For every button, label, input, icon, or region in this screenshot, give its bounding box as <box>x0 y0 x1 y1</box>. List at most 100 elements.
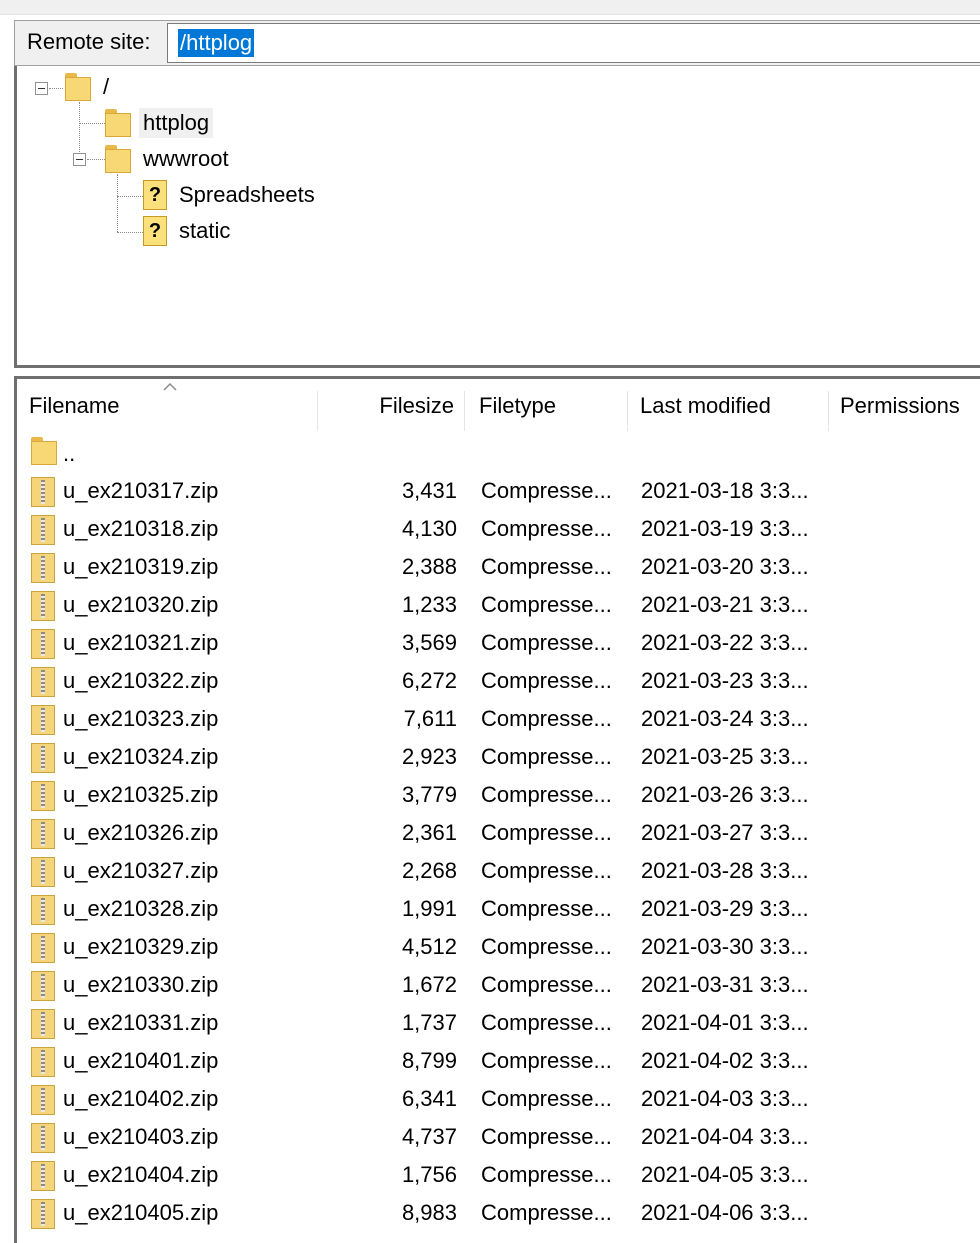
zip-file-icon <box>31 591 55 621</box>
file-size: 3,779 <box>401 782 457 807</box>
table-row[interactable]: u_ex210403.zip 4,737 Compresse... 2021-04-0… <box>17 1118 980 1156</box>
table-row[interactable]: u_ex210325.zip 3,779 Compresse... 2021-03-2… <box>17 776 980 814</box>
remote-site-bar: Remote site: /httplog <box>14 20 980 66</box>
remote-path-input[interactable]: /httplog <box>167 23 980 63</box>
file-last-modified: 2021-04-04 3:3... <box>641 1124 809 1149</box>
table-row[interactable]: u_ex210402.zip 6,341 Compresse... 2021-04-0… <box>17 1080 980 1118</box>
column-header-last-modified[interactable]: Last modified <box>640 391 829 431</box>
file-name: u_ex210329.zip <box>63 934 219 959</box>
file-name: u_ex210405.zip <box>63 1200 219 1225</box>
column-header-filesize[interactable]: Filesize <box>317 391 465 431</box>
table-row[interactable]: u_ex210404.zip 1,756 Compresse... 2021-04-0… <box>17 1156 980 1194</box>
file-size: 2,361 <box>401 820 457 845</box>
file-last-modified: 2021-03-24 3:3... <box>641 706 809 731</box>
file-last-modified: 2021-03-29 3:3... <box>641 896 809 921</box>
collapse-root-toggle[interactable] <box>35 82 48 95</box>
tree-node-spreadsheets[interactable]: ? Spreadsheets <box>143 178 319 212</box>
top-toolbar-strip <box>0 0 980 15</box>
file-name: u_ex210403.zip <box>63 1124 219 1149</box>
file-type: Compresse... <box>481 782 612 807</box>
file-size: 3,569 <box>401 630 457 655</box>
table-row[interactable]: u_ex210324.zip 2,923 Compresse... 2021-03-2… <box>17 738 980 776</box>
zip-file-icon <box>31 1161 55 1191</box>
file-size: 4,130 <box>401 516 457 541</box>
table-row[interactable]: u_ex210401.zip 8,799 Compresse... 2021-04-0… <box>17 1042 980 1080</box>
file-name: u_ex210321.zip <box>63 630 219 655</box>
file-type: Compresse... <box>481 1010 612 1035</box>
file-size: 8,983 <box>401 1200 457 1225</box>
collapse-wwwroot-toggle[interactable] <box>73 153 86 166</box>
file-name: u_ex210324.zip <box>63 744 219 769</box>
file-name: u_ex210320.zip <box>63 592 219 617</box>
file-size: 6,272 <box>401 668 457 693</box>
zip-file-icon <box>31 477 55 507</box>
column-header-filetype[interactable]: Filetype <box>479 391 628 431</box>
tree-node-label: static <box>179 218 231 243</box>
file-last-modified: 2021-04-03 3:3... <box>641 1086 809 1111</box>
zip-file-icon <box>31 895 55 925</box>
file-size: 8,799 <box>401 1048 457 1073</box>
table-row[interactable]: u_ex210323.zip 7,611 Compresse... 2021-03-2… <box>17 700 980 738</box>
file-size: 4,737 <box>401 1124 457 1149</box>
table-row[interactable]: u_ex210322.zip 6,272 Compresse... 2021-03-2… <box>17 662 980 700</box>
tree-node-label: httplog <box>139 108 214 138</box>
file-list-header: Filename Filesize Filetype Last modified… <box>17 379 980 433</box>
file-last-modified: 2021-03-21 3:3... <box>641 592 809 617</box>
table-row[interactable]: u_ex210319.zip 2,388 Compresse... 2021-03-2… <box>17 548 980 586</box>
table-row[interactable]: u_ex210318.zip 4,130 Compresse... 2021-03-1… <box>17 510 980 548</box>
file-type: Compresse... <box>481 592 612 617</box>
tree-node-wwwroot[interactable]: wwwroot <box>105 142 233 176</box>
zip-file-icon <box>31 1123 55 1153</box>
file-type: Compresse... <box>481 478 612 503</box>
file-type: Compresse... <box>481 858 612 883</box>
parent-directory-row[interactable]: .. <box>17 433 980 471</box>
tree-connector <box>117 174 118 232</box>
sort-ascending-icon <box>163 382 177 391</box>
table-row[interactable]: u_ex210320.zip 1,233 Compresse... 2021-03-2… <box>17 586 980 624</box>
file-type: Compresse... <box>481 1124 612 1149</box>
remote-path-value: /httplog <box>178 29 255 57</box>
file-last-modified: 2021-03-18 3:3... <box>641 478 809 503</box>
unknown-folder-icon: ? <box>143 216 167 246</box>
table-row[interactable]: u_ex210331.zip 1,737 Compresse... 2021-04-0… <box>17 1004 980 1042</box>
tree-node-label: / <box>103 74 110 99</box>
tree-node-httplog[interactable]: httplog <box>105 106 214 140</box>
file-last-modified: 2021-03-19 3:3... <box>641 516 809 541</box>
file-name: u_ex210323.zip <box>63 706 219 731</box>
file-type: Compresse... <box>481 630 612 655</box>
column-header-permissions[interactable]: Permissions <box>840 391 980 431</box>
parent-directory-label: .. <box>63 441 76 466</box>
table-row[interactable]: u_ex210330.zip 1,672 Compresse... 2021-03-3… <box>17 966 980 1004</box>
remote-site-label: Remote site: <box>27 29 151 54</box>
file-name: u_ex210402.zip <box>63 1086 219 1111</box>
column-header-filename[interactable]: Filename <box>29 391 318 431</box>
file-type: Compresse... <box>481 668 612 693</box>
file-last-modified: 2021-04-02 3:3... <box>641 1048 809 1073</box>
file-type: Compresse... <box>481 554 612 579</box>
zip-file-icon <box>31 933 55 963</box>
file-last-modified: 2021-03-28 3:3... <box>641 858 809 883</box>
zip-file-icon <box>31 971 55 1001</box>
file-type: Compresse... <box>481 934 612 959</box>
remote-file-list: Filename Filesize Filetype Last modified… <box>14 376 980 1243</box>
file-name: u_ex210319.zip <box>63 554 219 579</box>
tree-node-static[interactable]: ? static <box>143 214 234 248</box>
table-row[interactable]: u_ex210405.zip 8,983 Compresse... 2021-04-0… <box>17 1194 980 1232</box>
unknown-folder-icon: ? <box>143 180 167 210</box>
table-row[interactable]: u_ex210317.zip 3,431 Compresse... 2021-03-1… <box>17 472 980 510</box>
zip-file-icon <box>31 515 55 545</box>
table-row[interactable]: u_ex210328.zip 1,991 Compresse... 2021-03-2… <box>17 890 980 928</box>
tree-node-root[interactable]: / <box>65 70 113 104</box>
file-name: u_ex210322.zip <box>63 668 219 693</box>
tree-connector <box>117 232 143 233</box>
tree-node-label: wwwroot <box>143 146 229 171</box>
file-name: u_ex210404.zip <box>63 1162 219 1187</box>
folder-icon <box>105 109 131 137</box>
table-row[interactable]: u_ex210327.zip 2,268 Compresse... 2021-03-2… <box>17 852 980 890</box>
table-row[interactable]: u_ex210321.zip 3,569 Compresse... 2021-03-2… <box>17 624 980 662</box>
table-row[interactable]: u_ex210329.zip 4,512 Compresse... 2021-03-3… <box>17 928 980 966</box>
tree-connector <box>49 88 63 89</box>
file-size: 4,512 <box>401 934 457 959</box>
table-row[interactable]: u_ex210326.zip 2,361 Compresse... 2021-03-2… <box>17 814 980 852</box>
file-type: Compresse... <box>481 896 612 921</box>
